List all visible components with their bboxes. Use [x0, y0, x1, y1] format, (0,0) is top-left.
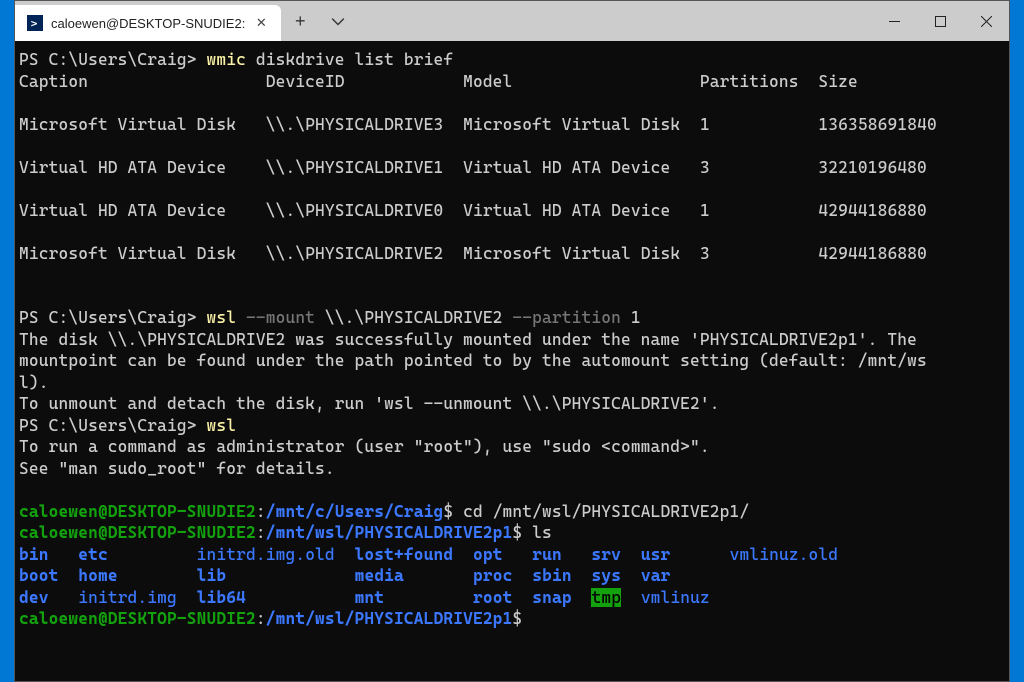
minimize-button[interactable] — [871, 1, 917, 41]
row2-deviceid: \\.\PHYSICALDRIVE0 — [266, 201, 444, 220]
ls-dev: dev — [19, 588, 49, 607]
cmd-mount-arg: \\.\PHYSICALDRIVE2 — [315, 308, 503, 327]
titlebar[interactable]: caloewen@DESKTOP-SNUDIE2: ✕ + — [15, 1, 1009, 41]
cmd-ls: ls — [522, 523, 552, 542]
bash-user-2: caloewen@DESKTOP-SNUDIE2 — [19, 523, 256, 542]
ls-opt: opt — [473, 545, 503, 564]
bash-user-1: caloewen@DESKTOP-SNUDIE2 — [19, 502, 256, 521]
ls-lib64: lib64 — [197, 588, 246, 607]
row1-model: Virtual HD ATA Device — [463, 158, 670, 177]
dollar1: $ — [443, 502, 453, 521]
ls-tmp: tmp — [591, 588, 621, 607]
close-tab-icon[interactable]: ✕ — [253, 15, 269, 31]
maximize-icon — [935, 16, 946, 27]
row3-model: Microsoft Virtual Disk — [463, 244, 680, 263]
titlebar-spacer[interactable] — [357, 1, 871, 41]
ls-media: media — [355, 566, 404, 585]
cmd-partition-arg: 1 — [621, 308, 641, 327]
hdr-caption: Caption — [19, 72, 88, 91]
row3-size: 42944186880 — [818, 244, 927, 263]
ls-var: var — [641, 566, 671, 585]
row0-size: 136358691840 — [818, 115, 936, 134]
hdr-model: Model — [463, 72, 512, 91]
row0-model: Microsoft Virtual Disk — [463, 115, 680, 134]
row1-partitions: 3 — [700, 158, 710, 177]
bash-path-2: /mnt/wsl/PHYSICALDRIVE2p1 — [266, 523, 513, 542]
ls-snap: snap — [532, 588, 571, 607]
ls-sys: sys — [591, 566, 621, 585]
ls-lostfound: lost+found — [355, 545, 454, 564]
ls-usr: usr — [641, 545, 671, 564]
ls-etc: etc — [78, 545, 108, 564]
powershell-icon — [27, 15, 43, 31]
mount-line3: l). — [19, 373, 49, 392]
cmd-mount-flag: --mount — [236, 308, 315, 327]
ls-sbin: sbin — [532, 566, 571, 585]
ls-boot: boot — [19, 566, 58, 585]
colon3: : — [256, 609, 266, 628]
ls-vmlinuz: vmlinuz — [641, 588, 710, 607]
colon2: : — [256, 523, 266, 542]
hdr-deviceid: DeviceID — [266, 72, 345, 91]
row0-partitions: 1 — [700, 115, 710, 134]
mount-line4: To unmount and detach the disk, run 'wsl… — [19, 394, 720, 413]
ls-lib: lib — [197, 566, 227, 585]
bash-path-1: /mnt/c/Users/Craig — [266, 502, 444, 521]
colon1: : — [256, 502, 266, 521]
dollar2: $ — [512, 523, 522, 542]
cmd-partition-flag: --partition — [503, 308, 621, 327]
hdr-size: Size — [818, 72, 857, 91]
row3-deviceid: \\.\PHYSICALDRIVE2 — [266, 244, 444, 263]
ls-root: root — [473, 588, 512, 607]
tab-dropdown-button[interactable] — [319, 1, 357, 41]
ps-prompt-2: PS C:\Users\Craig> — [19, 308, 197, 327]
ls-initrd: initrd.img — [78, 588, 177, 607]
row1-deviceid: \\.\PHYSICALDRIVE1 — [266, 158, 444, 177]
ls-bin: bin — [19, 545, 49, 564]
terminal-body[interactable]: PS C:\Users\Craig> wmic diskdrive list b… — [15, 41, 1009, 681]
bash-user-3: caloewen@DESKTOP-SNUDIE2 — [19, 609, 256, 628]
hdr-partitions: Partitions — [700, 72, 799, 91]
chevron-down-icon — [331, 14, 345, 28]
sudo-line2: See "man sudo_root" for details. — [19, 459, 335, 478]
tab-title: caloewen@DESKTOP-SNUDIE2: — [51, 16, 245, 31]
row2-model: Virtual HD ATA Device — [463, 201, 670, 220]
ls-srv: srv — [591, 545, 621, 564]
sudo-line1: To run a command as administrator (user … — [19, 437, 710, 456]
ls-proc: proc — [473, 566, 512, 585]
ls-home: home — [78, 566, 117, 585]
cmd-wmic-args: diskdrive list brief — [246, 50, 453, 69]
ls-mnt: mnt — [355, 588, 385, 607]
new-tab-button[interactable]: + — [281, 1, 319, 41]
row3-caption: Microsoft Virtual Disk — [19, 244, 236, 263]
ps-prompt-3: PS C:\Users\Craig> — [19, 416, 197, 435]
terminal-window: caloewen@DESKTOP-SNUDIE2: ✕ + PS C:\User… — [14, 0, 1010, 682]
minimize-icon — [889, 16, 900, 27]
row0-deviceid: \\.\PHYSICALDRIVE3 — [266, 115, 444, 134]
mount-line2: mountpoint can be found under the path p… — [19, 351, 927, 370]
row2-size: 42944186880 — [818, 201, 927, 220]
ls-vmlinuzold: vmlinuz.old — [730, 545, 839, 564]
row1-caption: Virtual HD ATA Device — [19, 158, 226, 177]
cmd-wsl-mount: wsl — [207, 308, 237, 327]
dollar3: $ — [512, 609, 522, 628]
ls-run: run — [532, 545, 562, 564]
cmd-wmic: wmic — [207, 50, 246, 69]
row1-size: 32210196480 — [818, 158, 927, 177]
close-icon — [981, 16, 992, 27]
bash-path-3: /mnt/wsl/PHYSICALDRIVE2p1 — [266, 609, 513, 628]
row0-caption: Microsoft Virtual Disk — [19, 115, 236, 134]
close-window-button[interactable] — [963, 1, 1009, 41]
ps-prompt: PS C:\Users\Craig> — [19, 50, 197, 69]
maximize-button[interactable] — [917, 1, 963, 41]
ls-initrdold: initrd.img.old — [197, 545, 335, 564]
row2-caption: Virtual HD ATA Device — [19, 201, 226, 220]
mount-line1: The disk \\.\PHYSICALDRIVE2 was successf… — [19, 330, 917, 349]
row2-partitions: 1 — [700, 201, 710, 220]
cmd-wsl: wsl — [207, 416, 237, 435]
cmd-cd: cd /mnt/wsl/PHYSICALDRIVE2p1/ — [453, 502, 749, 521]
tab-active[interactable]: caloewen@DESKTOP-SNUDIE2: ✕ — [15, 5, 281, 41]
row3-partitions: 3 — [700, 244, 710, 263]
